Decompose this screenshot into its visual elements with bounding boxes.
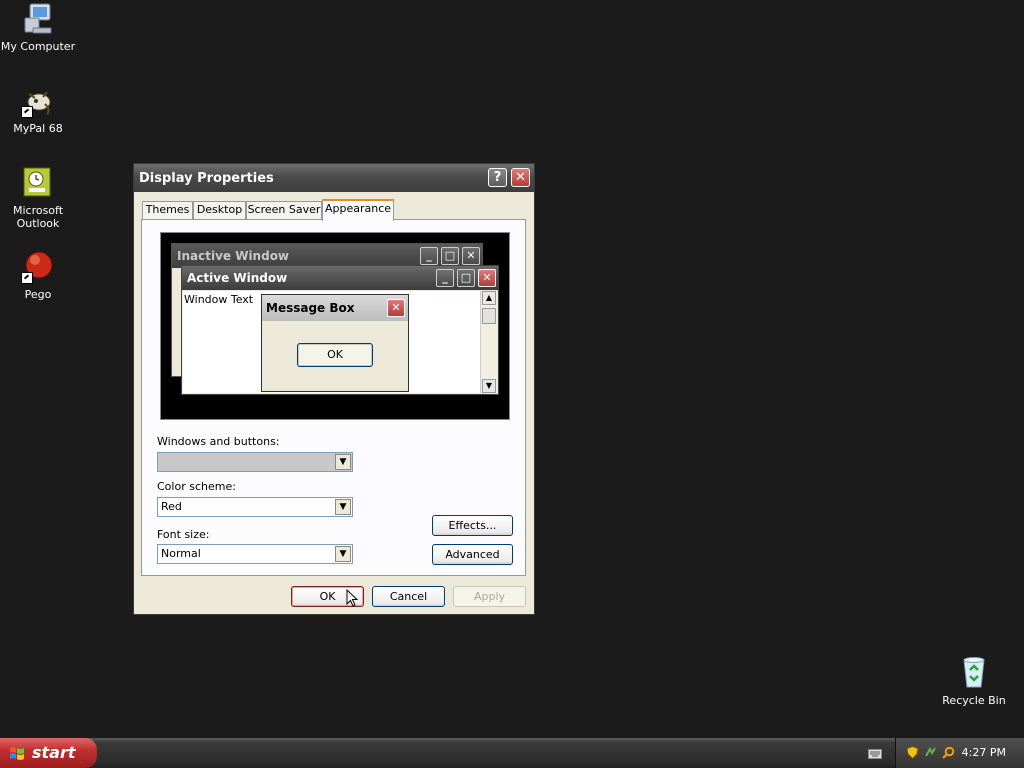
scroll-down-icon: ▼: [482, 379, 496, 393]
apply-button[interactable]: Apply: [453, 586, 526, 607]
start-label: start: [32, 743, 76, 762]
desktop-icon-recycle-bin[interactable]: Recycle Bin: [936, 656, 1012, 707]
windows-buttons-select[interactable]: ▼: [157, 452, 353, 472]
preview-scrollbar: ▲ ▼: [480, 291, 497, 393]
start-button[interactable]: start: [0, 738, 97, 768]
appearance-panel: Inactive Window _ □ ✕ Active Window _ □ …: [141, 219, 526, 576]
dialog-title: Display Properties: [139, 171, 274, 186]
cancel-button[interactable]: Cancel: [372, 586, 445, 607]
security-shield-icon[interactable]: [906, 746, 919, 759]
tab-desktop[interactable]: Desktop: [193, 201, 246, 219]
desktop-icon-label: MyPal 68: [13, 122, 63, 135]
network-icon[interactable]: [924, 746, 937, 759]
desktop-icon-label-line2: Outlook: [16, 217, 60, 230]
chevron-down-icon[interactable]: ▼: [335, 546, 351, 562]
clock[interactable]: 4:27 PM: [962, 746, 1006, 759]
close-button[interactable]: ✕: [511, 168, 530, 187]
desktop-icon-label-line1: Microsoft: [12, 204, 64, 217]
taskbar: start 4:27 PM: [0, 738, 1024, 768]
desktop-icon-label: Pego: [24, 288, 52, 301]
desktop-icon-label: Recycle Bin: [942, 694, 1006, 707]
mypal-icon: [21, 84, 55, 118]
help-button[interactable]: ?: [488, 168, 507, 187]
shortcut-arrow-icon: [21, 272, 33, 284]
mouse-cursor-icon: [346, 589, 359, 607]
preview-message-box-ok: OK: [297, 343, 373, 367]
scroll-thumb: [482, 308, 496, 324]
shortcut-arrow-icon: [21, 106, 33, 118]
display-properties-dialog: Display Properties ? ✕ Themes Desktop Sc…: [133, 163, 535, 615]
desktop-icon-my-computer[interactable]: My Computer: [0, 2, 76, 53]
tab-themes[interactable]: Themes: [142, 201, 193, 219]
recycle-bin-icon: [957, 656, 991, 690]
chevron-down-icon[interactable]: ▼: [335, 499, 351, 515]
advanced-button[interactable]: Advanced: [432, 544, 513, 565]
desktop-icon-pego[interactable]: Pego: [0, 250, 76, 301]
system-tray: 4:27 PM: [895, 738, 1024, 768]
color-scheme-value: Red: [161, 500, 182, 513]
keyboard-icon[interactable]: [868, 749, 882, 759]
close-icon: ✕: [478, 269, 496, 287]
desktop-icon-label: My Computer: [0, 40, 76, 53]
outlook-icon: [21, 166, 55, 200]
maximize-icon: □: [441, 247, 459, 265]
maximize-icon: □: [457, 269, 475, 287]
desktop-icon-mypal[interactable]: MyPal 68: [0, 84, 76, 135]
tab-appearance[interactable]: Appearance: [322, 199, 394, 221]
search-icon[interactable]: [942, 746, 955, 759]
dialog-titlebar[interactable]: Display Properties ? ✕: [134, 164, 534, 192]
chevron-down-icon[interactable]: ▼: [335, 454, 351, 470]
desktop-icon-outlook[interactable]: Microsoft Outlook: [0, 166, 76, 230]
preview-message-box: Message Box ✕ OK: [261, 294, 409, 392]
pego-icon: [21, 250, 55, 284]
appearance-preview: Inactive Window _ □ ✕ Active Window _ □ …: [160, 232, 510, 420]
windows-flag-icon: [10, 747, 24, 760]
minimize-icon: _: [420, 247, 438, 265]
close-icon: ✕: [387, 299, 405, 317]
font-size-select[interactable]: Normal ▼: [157, 544, 353, 564]
effects-button[interactable]: Effects...: [432, 515, 513, 536]
preview-window-text: Window Text: [184, 293, 254, 306]
color-scheme-select[interactable]: Red ▼: [157, 497, 353, 517]
my-computer-icon: [21, 2, 55, 36]
scroll-up-icon: ▲: [482, 291, 496, 305]
color-scheme-label: Color scheme:: [157, 480, 236, 493]
windows-buttons-label: Windows and buttons:: [157, 435, 280, 448]
minimize-icon: _: [436, 269, 454, 287]
tab-screen-saver[interactable]: Screen Saver: [246, 201, 322, 219]
font-size-value: Normal: [161, 547, 201, 560]
close-icon: ✕: [462, 247, 480, 265]
font-size-label: Font size:: [157, 528, 210, 541]
